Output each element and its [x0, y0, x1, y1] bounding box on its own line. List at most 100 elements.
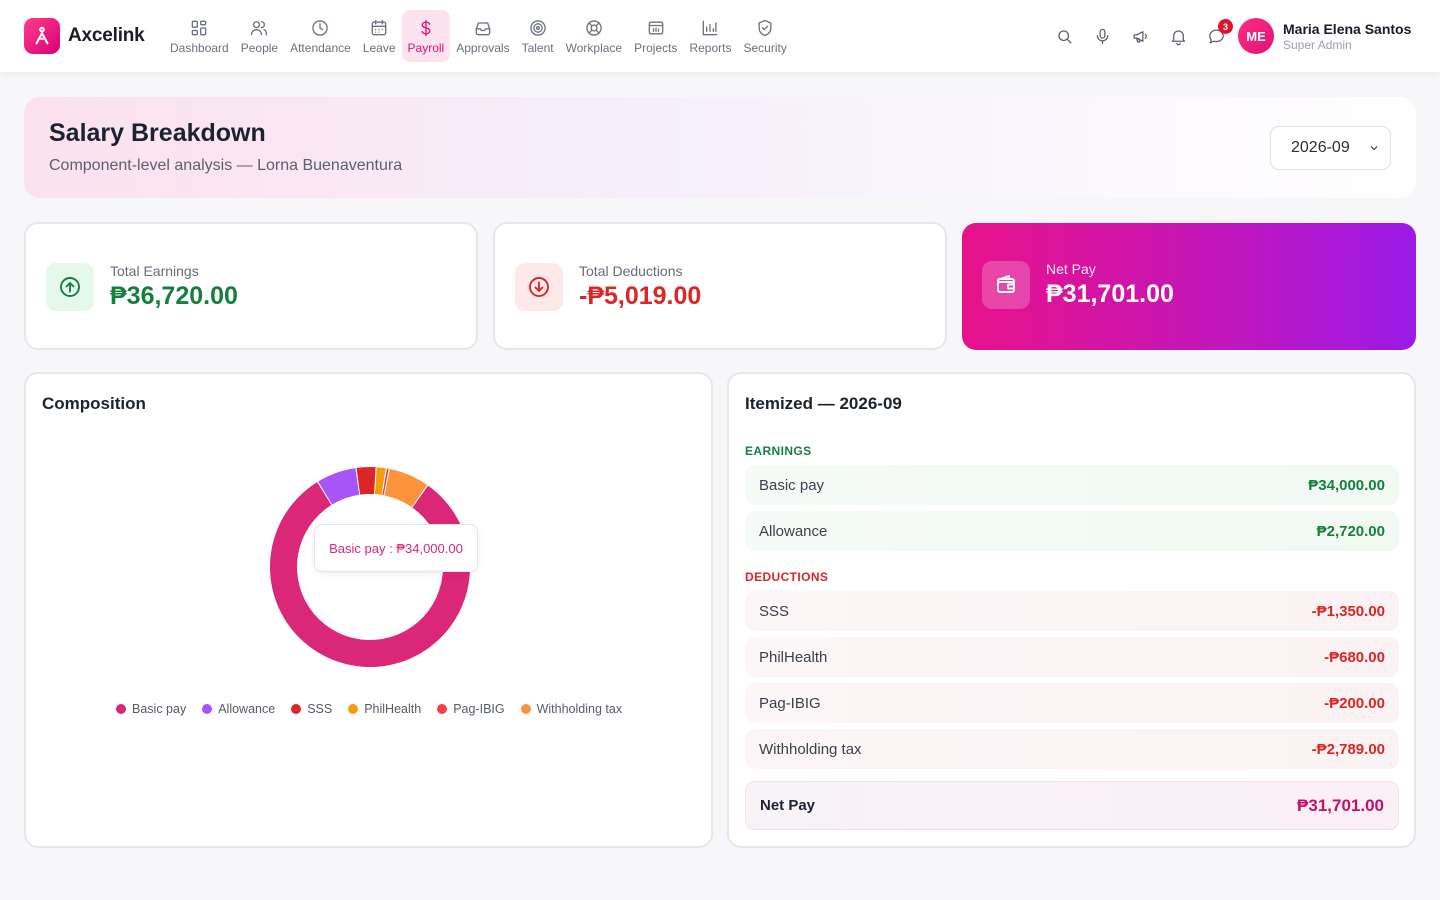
chevron-down-icon: [1370, 146, 1378, 151]
nav-workplace[interactable]: Workplace: [560, 10, 628, 62]
user-role: Super Admin: [1283, 37, 1352, 52]
chat-badge: 3: [1218, 19, 1233, 34]
row-amount: -₱680.00: [1324, 648, 1385, 666]
total-deductions-card: Total Deductions -₱5,019.00: [493, 222, 947, 350]
legend-label: SSS: [307, 702, 333, 716]
legend-label: Allowance: [218, 702, 276, 716]
dollar-icon: [421, 19, 431, 36]
period-select[interactable]: 2026-09: [1270, 126, 1391, 170]
chart-legend: Basic pay Allowance SSS PhilHealth Pag-IBIG W…: [116, 702, 622, 716]
legend-item[interactable]: Pag-IBIG: [437, 702, 505, 716]
row-label: Basic pay: [759, 476, 825, 494]
nav-dashboard[interactable]: Dashboard: [164, 10, 235, 62]
total-earnings-card: Total Earnings ₱36,720.00: [24, 222, 478, 350]
donut-slice-basic-pay[interactable]: [270, 482, 470, 667]
bar-chart-icon: [703, 20, 718, 35]
avatar: ME: [1238, 18, 1274, 54]
earnings-row: Basic pay ₱34,000.00: [745, 465, 1399, 505]
folder-icon: [648, 21, 664, 34]
legend-item[interactable]: Withholding tax: [520, 702, 623, 716]
nav-approvals[interactable]: Approvals: [450, 10, 515, 62]
nav-payroll[interactable]: Payroll: [401, 10, 451, 62]
deductions-row: SSS -₱1,350.00: [745, 591, 1399, 631]
deductions-section-label: DEDUCTIONS: [745, 570, 829, 584]
nav-people[interactable]: People: [235, 10, 284, 62]
row-amount: ₱34,000.00: [1308, 476, 1385, 494]
row-amount: -₱2,789.00: [1311, 740, 1385, 758]
page-subtitle: Component-level analysis — Lorna Buenave…: [49, 157, 403, 174]
inbox-icon: [475, 21, 491, 35]
row-label: Allowance: [759, 522, 828, 540]
donut-slice-sss[interactable]: [356, 467, 376, 495]
brand-logo-icon: [24, 18, 60, 54]
total-deductions-label: Total Deductions: [579, 263, 683, 279]
legend-item[interactable]: SSS: [291, 702, 332, 716]
search-icon: [1057, 29, 1071, 43]
wallet-icon: [982, 261, 1030, 309]
brand[interactable]: Axcelink: [24, 18, 145, 54]
row-amount: -₱200.00: [1324, 694, 1385, 712]
legend-dot: [437, 704, 448, 714]
earnings-row: Allowance ₱2,720.00: [745, 511, 1399, 551]
nav-label: Leave: [362, 40, 396, 55]
user-menu[interactable]: ME Maria Elena Santos Super Admin: [1238, 18, 1411, 54]
people-icon: [251, 20, 268, 35]
deductions-row: Withholding tax -₱2,789.00: [745, 729, 1399, 769]
brand-name: Axcelink: [68, 25, 145, 46]
legend-item[interactable]: Allowance: [202, 702, 275, 716]
total-earnings-value: ₱36,720.00: [110, 282, 238, 310]
megaphone-icon: [1133, 30, 1147, 43]
nav-reports[interactable]: Reports: [683, 10, 737, 62]
calendar-icon: [371, 19, 387, 35]
clock-icon: [312, 19, 329, 36]
shield-icon: [758, 19, 772, 36]
row-label: PhilHealth: [759, 648, 828, 666]
net-pay-row-label: Net Pay: [760, 797, 816, 814]
deductions-row: PhilHealth -₱680.00: [745, 637, 1399, 677]
announcements-button[interactable]: [1126, 18, 1154, 54]
nav-label: People: [240, 40, 279, 55]
row-label: SSS: [759, 602, 790, 620]
voice-button[interactable]: [1088, 18, 1116, 54]
legend-dot: [116, 704, 126, 714]
top-bar: Axcelink Dashboard People Attendance Lea…: [0, 0, 1440, 72]
search-button[interactable]: [1050, 18, 1078, 54]
deductions-row: Pag-IBIG -₱200.00: [745, 683, 1399, 723]
header-tools: 3: [1050, 18, 1233, 54]
net-pay-value: ₱31,701.00: [1046, 280, 1174, 308]
composition-panel: Composition Basic pay : ₱34,000.00 Basic…: [24, 372, 713, 848]
legend-label: Basic pay: [132, 702, 187, 716]
nav-projects[interactable]: Projects: [628, 10, 683, 62]
net-pay-row-amount: ₱31,701.00: [1297, 795, 1384, 815]
net-pay-row: Net Pay ₱31,701.00: [745, 781, 1399, 830]
nav-attendance[interactable]: Attendance: [284, 10, 357, 62]
composition-title: Composition: [42, 394, 146, 413]
nav-leave[interactable]: Leave: [357, 10, 402, 62]
lifebuoy-icon: [586, 19, 602, 36]
chat-button[interactable]: 3: [1202, 18, 1233, 54]
nav-talent[interactable]: Talent: [516, 10, 560, 62]
earnings-section-label: EARNINGS: [745, 444, 812, 458]
legend-item[interactable]: PhilHealth: [348, 702, 421, 716]
net-pay-label: Net Pay: [1046, 261, 1096, 277]
main-nav: Dashboard People Attendance Leave Payrol…: [164, 10, 793, 62]
page-header: Salary Breakdown Component-level analysi…: [24, 97, 1416, 198]
bell-icon: [1171, 29, 1185, 45]
legend-label: Withholding tax: [536, 702, 623, 716]
net-pay-card: Net Pay ₱31,701.00: [962, 223, 1416, 350]
arrow-up-circle-icon: [46, 263, 94, 311]
row-amount: -₱1,350.00: [1311, 602, 1385, 620]
row-label: Withholding tax: [759, 740, 862, 758]
nav-label: Attendance: [290, 40, 351, 55]
legend-label: PhilHealth: [364, 702, 422, 716]
itemized-title: Itemized — 2026-09: [745, 394, 902, 413]
legend-dot: [348, 704, 359, 714]
legend-dot: [291, 704, 302, 714]
nav-security[interactable]: Security: [737, 10, 792, 62]
notifications-button[interactable]: [1164, 18, 1192, 54]
legend-item[interactable]: Basic pay: [116, 702, 186, 716]
row-amount: ₱2,720.00: [1316, 522, 1385, 540]
nav-label: Workplace: [565, 40, 623, 55]
chart-tooltip: Basic pay : ₱34,000.00: [314, 524, 478, 572]
microphone-icon: [1096, 28, 1108, 44]
